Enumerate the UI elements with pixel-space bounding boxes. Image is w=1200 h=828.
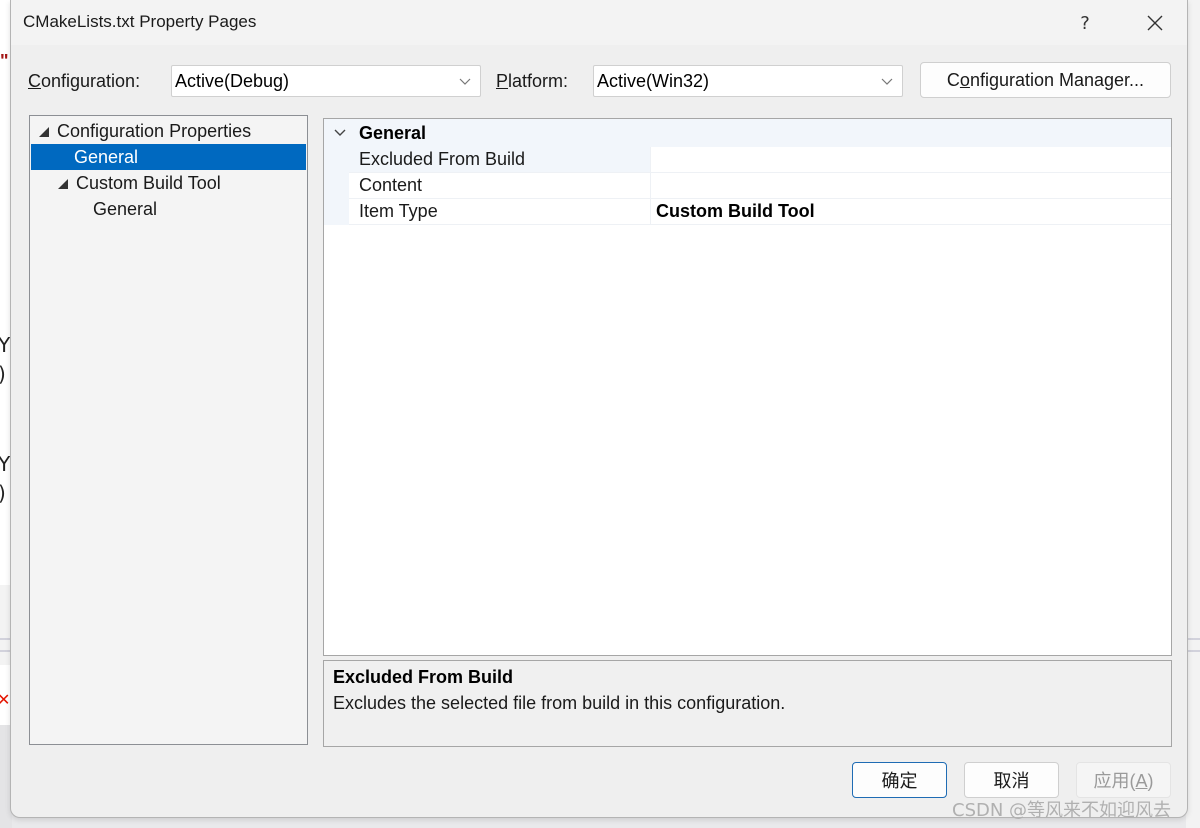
close-button[interactable]	[1135, 6, 1175, 40]
category-label: General	[359, 122, 427, 143]
help-button[interactable]: ?	[1065, 6, 1105, 40]
row-gutter	[324, 147, 349, 173]
property-value[interactable]	[650, 173, 1171, 199]
label-text: 应用(	[1093, 771, 1136, 791]
configuration-dropdown[interactable]: Active(Debug)	[171, 65, 481, 97]
description-title: Excluded From Build	[333, 667, 514, 687]
button-label: 取消	[993, 771, 1030, 791]
grid-category-general[interactable]: General	[324, 119, 1171, 147]
access-key: P	[496, 71, 509, 91]
tree-item-configuration-properties[interactable]: Configuration Properties	[31, 118, 306, 144]
property-value[interactable]: Custom Build Tool	[650, 199, 1171, 225]
property-name: Excluded From Build	[349, 147, 650, 173]
property-tree[interactable]: Configuration Properties General Custom …	[29, 115, 308, 745]
label-text: onfiguration:	[41, 71, 141, 91]
expanded-triangle-icon[interactable]	[39, 127, 49, 137]
grid-row[interactable]: Item Type Custom Build Tool	[324, 199, 1171, 225]
grid-row[interactable]: Excluded From Build	[324, 147, 1171, 173]
background-divider	[1186, 650, 1200, 652]
background-code-fragment: )	[0, 481, 6, 505]
close-icon	[1147, 15, 1163, 31]
chevron-down-icon	[459, 78, 471, 85]
help-icon: ?	[1080, 12, 1090, 34]
configuration-label: Configuration:	[28, 71, 140, 92]
property-grid[interactable]: General Excluded From Build Content Item…	[323, 118, 1172, 656]
property-name: Item Type	[349, 199, 650, 225]
tree-item-label: General	[74, 146, 139, 167]
title-bar[interactable]: CMakeLists.txt Property Pages ?	[11, 0, 1187, 45]
property-name: Content	[349, 173, 650, 199]
background-code-fragment: )	[0, 362, 6, 386]
button-label: 确定	[881, 771, 918, 791]
chevron-down-icon[interactable]	[333, 128, 347, 138]
watermark: CSDN @等风来不如迎风去	[952, 800, 1172, 821]
background-divider	[1186, 638, 1200, 640]
tree-item-custom-build-tool-general[interactable]: General	[31, 196, 306, 222]
label-text: latform:	[508, 71, 569, 91]
platform-value: Active(Win32)	[597, 70, 710, 91]
background-code-fragment: Y	[0, 452, 11, 476]
button-label: 应用(A)	[1093, 767, 1153, 793]
grid-row[interactable]: Content	[324, 173, 1171, 199]
access-key: A	[1135, 771, 1148, 791]
chevron-down-icon	[881, 78, 893, 85]
cancel-button[interactable]: 取消	[964, 762, 1059, 798]
platform-label: Platform:	[496, 71, 568, 92]
label-text: C	[946, 69, 960, 90]
background-code-fragment: Y	[0, 333, 11, 357]
apply-button[interactable]: 应用(A)	[1076, 762, 1171, 798]
ok-button[interactable]: 确定	[852, 762, 947, 798]
property-value[interactable]	[650, 147, 1171, 173]
tree-item-label: General	[93, 198, 158, 219]
tree-item-general[interactable]: General	[31, 144, 306, 170]
label-text: nfiguration Manager...	[969, 69, 1145, 90]
configuration-value: Active(Debug)	[175, 70, 290, 91]
tree-item-label: Configuration Properties	[57, 120, 252, 141]
description-panel: Excluded From Build Excludes the selecte…	[323, 660, 1172, 747]
label-text: )	[1147, 771, 1154, 791]
access-key: o	[959, 69, 970, 90]
row-gutter	[324, 199, 349, 225]
configuration-manager-button[interactable]: Configuration Manager...	[920, 62, 1171, 98]
row-gutter	[324, 173, 349, 199]
description-text: Excludes the selected file from build in…	[333, 693, 786, 713]
tree-item-label: Custom Build Tool	[76, 172, 221, 193]
access-key: C	[28, 71, 41, 91]
expanded-triangle-icon[interactable]	[58, 179, 68, 189]
background-code-fragment: "	[0, 51, 9, 71]
dialog-title: CMakeLists.txt Property Pages	[23, 12, 257, 31]
background-right-panel	[1186, 0, 1200, 828]
background-error-icon: ✕	[0, 692, 11, 709]
property-pages-dialog: CMakeLists.txt Property Pages ? Configur…	[10, 0, 1188, 818]
button-label: Configuration Manager...	[947, 70, 1144, 91]
tree-item-custom-build-tool[interactable]: Custom Build Tool	[31, 170, 306, 196]
platform-dropdown[interactable]: Active(Win32)	[593, 65, 903, 97]
